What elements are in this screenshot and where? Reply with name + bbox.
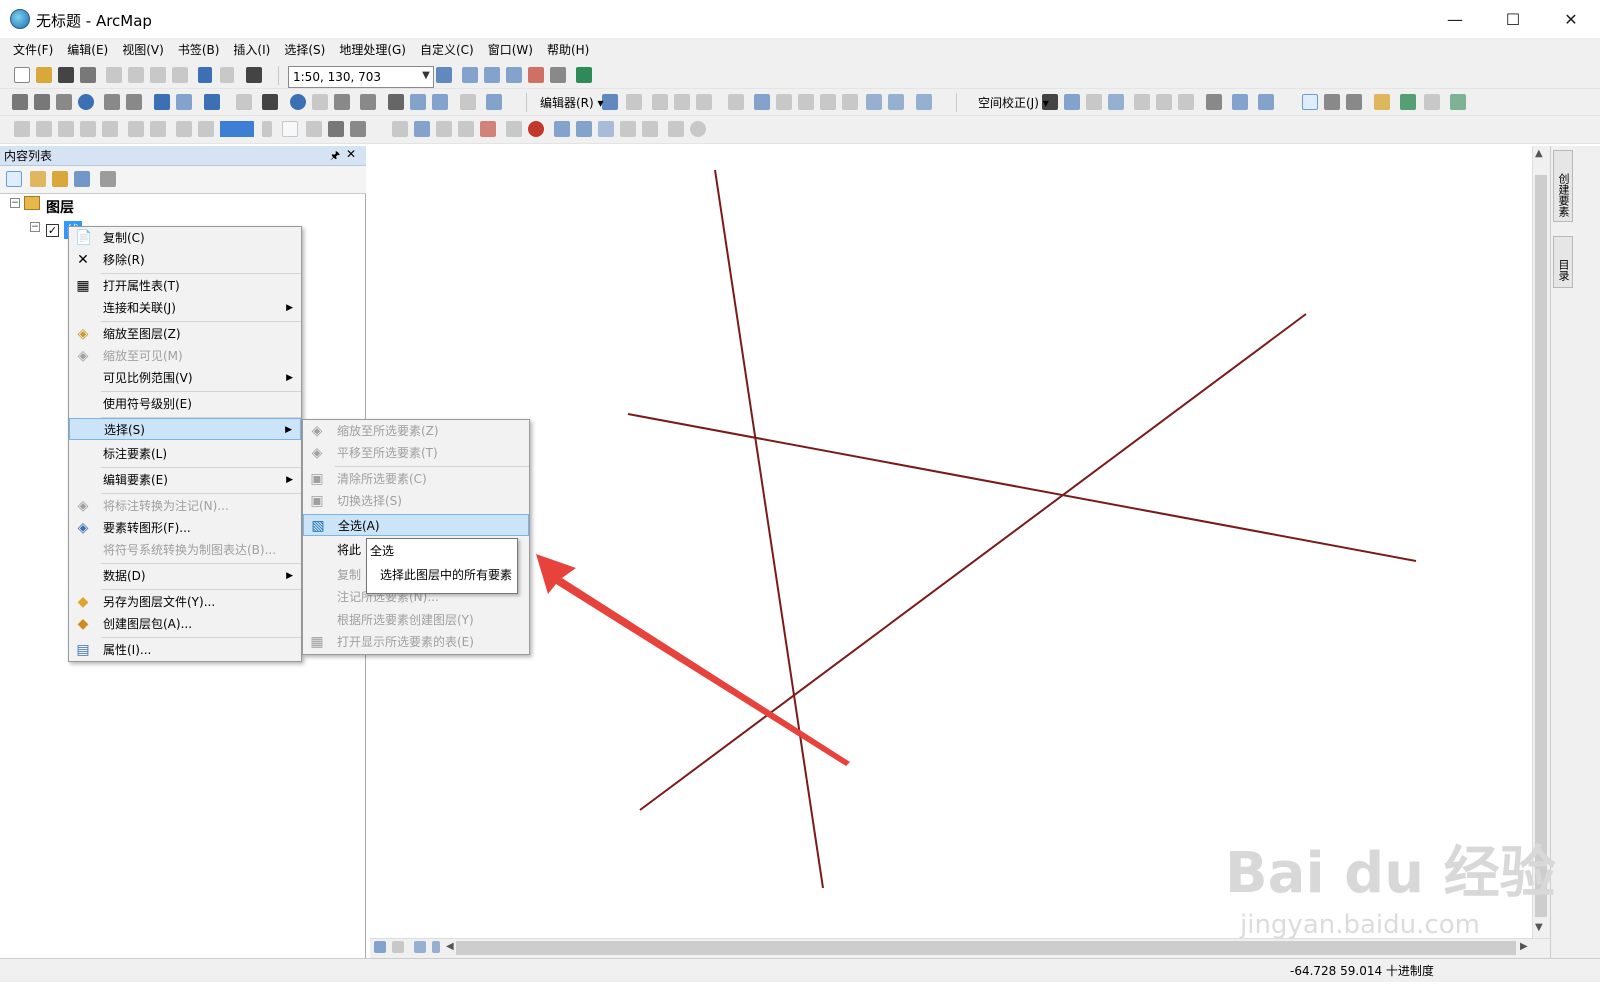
annotation-arrow-overlay [536,554,850,766]
red-arrow-icon [536,554,850,766]
